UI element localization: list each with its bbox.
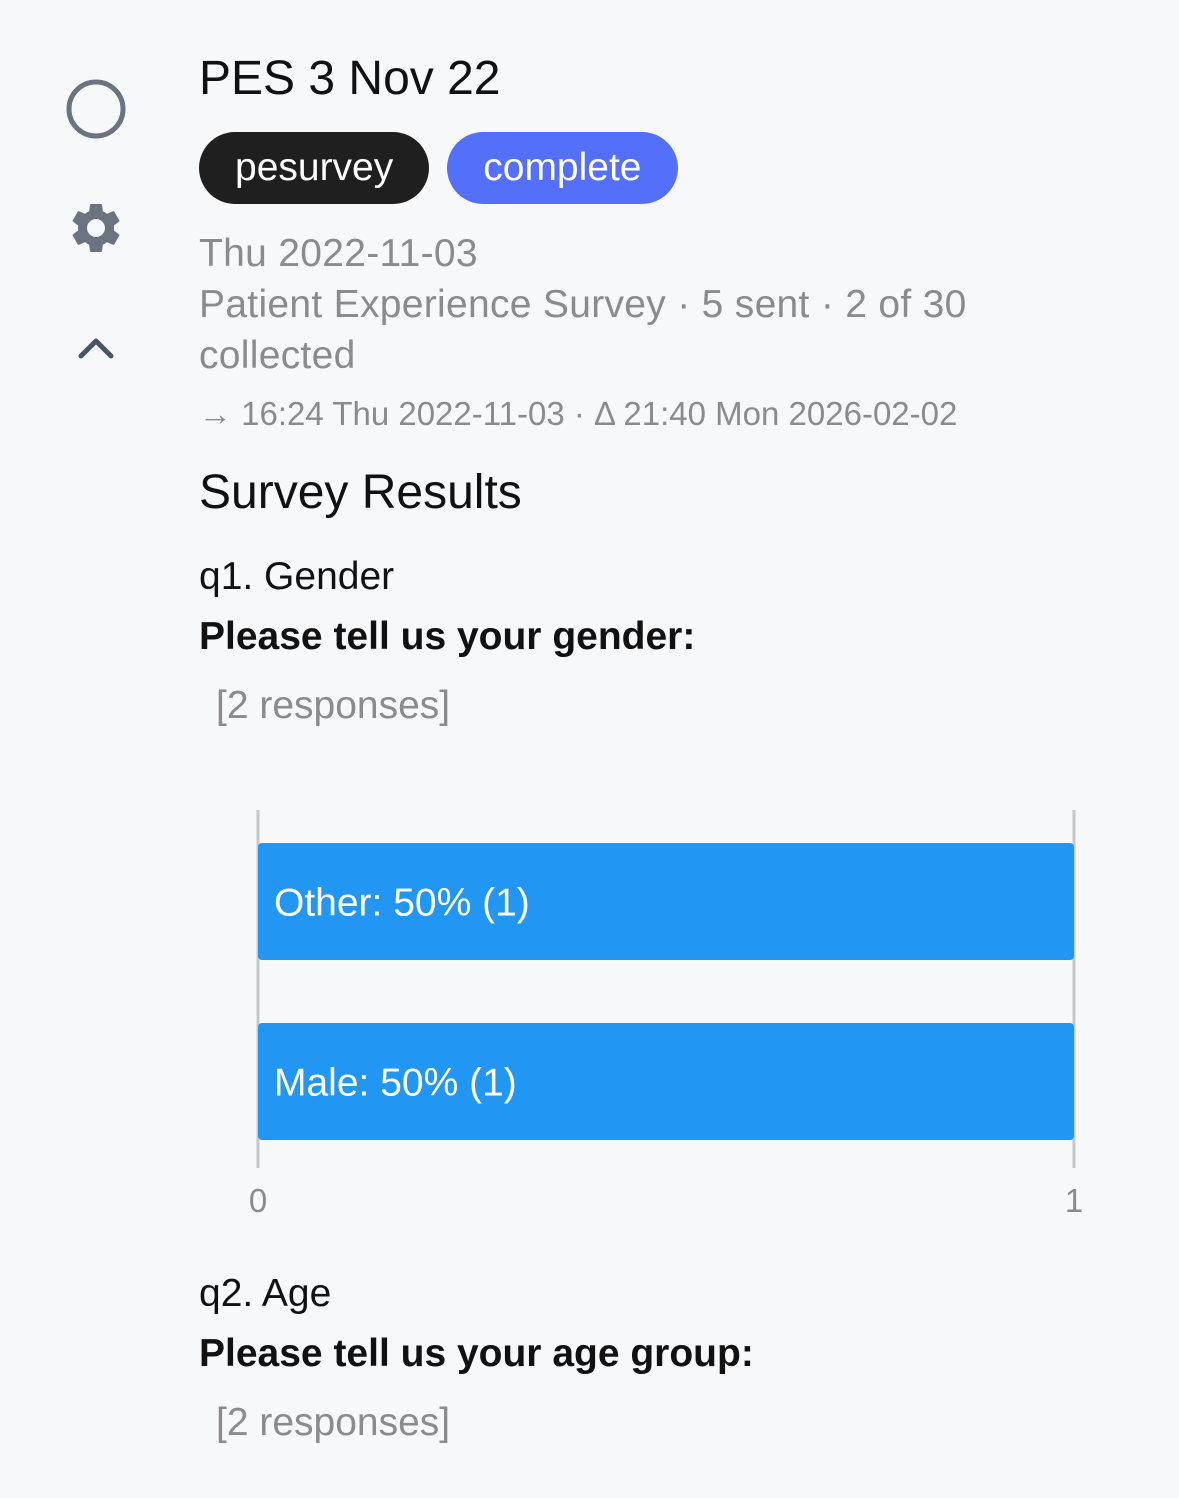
bar-label: Male: 50% (1)	[274, 1062, 517, 1105]
sidebar	[0, 0, 190, 1498]
bar-label: Other: 50% (1)	[274, 882, 530, 925]
gender-bar-chart: Other: 50% (1) Male: 50% (1) 0 1	[249, 810, 1083, 1219]
gear-icon[interactable]	[66, 198, 126, 258]
question-label: q2. Age	[199, 1272, 332, 1315]
circle-icon[interactable]	[65, 78, 127, 140]
chevron-up-icon[interactable]	[74, 328, 118, 368]
x-tick-label: 0	[249, 1182, 267, 1219]
question-text: Please tell us your age group:	[199, 1332, 754, 1375]
x-tick-label: 1	[1065, 1182, 1083, 1219]
response-count: [2 responses]	[216, 1401, 451, 1444]
